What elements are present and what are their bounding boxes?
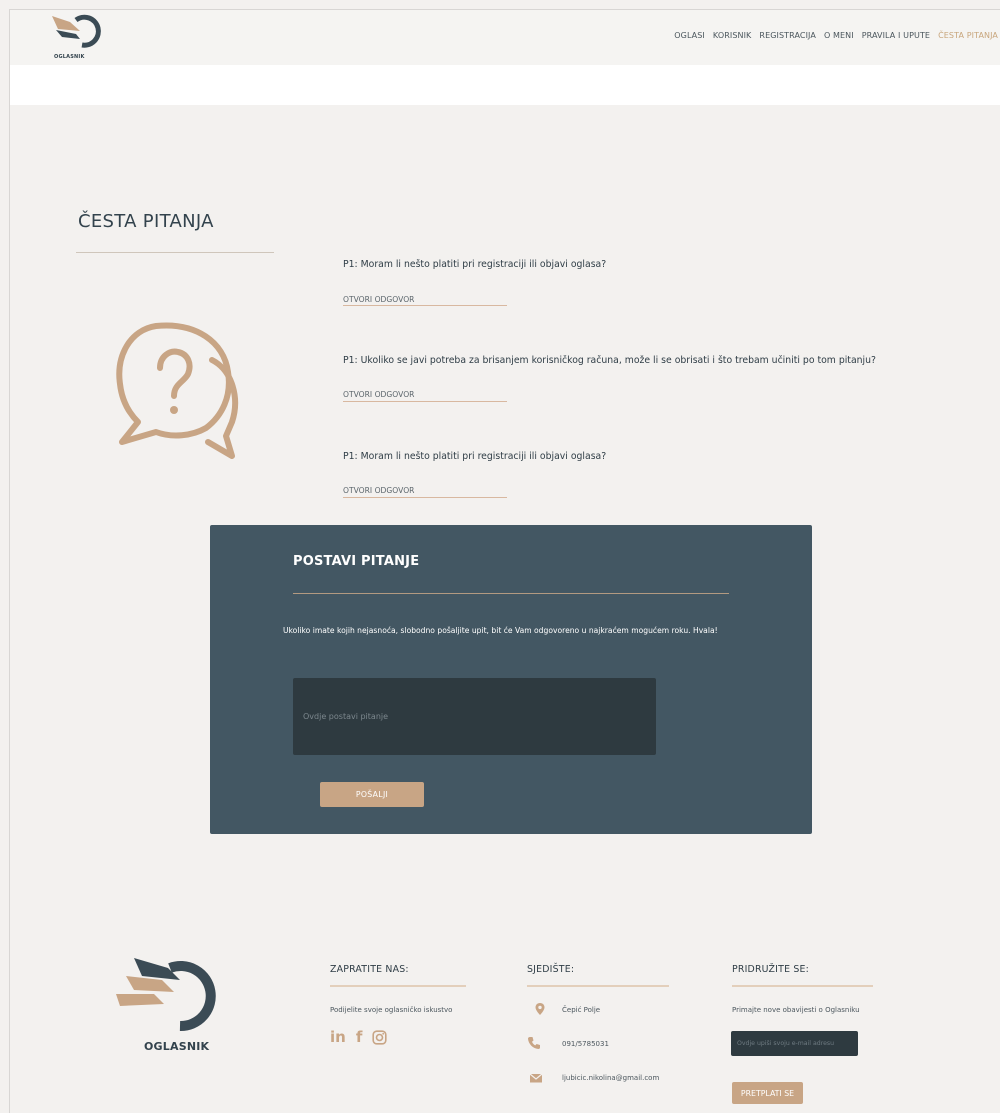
email-icon — [529, 1073, 543, 1083]
social-links: in f — [330, 1028, 387, 1046]
header-logo-text: OGLASNIK — [54, 54, 85, 60]
faq-answer-underline-3 — [343, 497, 507, 498]
instagram-icon[interactable] — [372, 1030, 387, 1045]
hq-phone: 091/5785031 — [562, 1040, 609, 1048]
main-nav: OGLASI KORISNIK REGISTRACIJA O MENI PRAV… — [666, 31, 998, 40]
faq-title-divider — [76, 252, 274, 253]
header-band — [10, 65, 1000, 105]
question-bubbles-icon — [116, 322, 239, 459]
join-title: PRIDRUŽITE SE: — [732, 964, 810, 975]
location-pin-icon — [535, 1003, 545, 1015]
faq-title: ČESTA PITANJA — [78, 211, 214, 232]
faq-question-1: P1: Moram li nešto platiti pri registrac… — [343, 259, 607, 270]
nav-cesta-pitanja[interactable]: ČESTA PITANJA — [938, 31, 998, 40]
subscribe-button[interactable]: PRETPLATI SE — [732, 1082, 803, 1104]
faq-question-2: P1: Ukoliko se javi potreba za brisanjem… — [343, 355, 876, 366]
question-input[interactable] — [293, 678, 656, 755]
nav-oglasi[interactable]: OGLASI — [674, 31, 705, 40]
nav-pravila-i-upute[interactable]: PRAVILA I UPUTE — [862, 31, 930, 40]
hq-divider — [527, 985, 669, 987]
hq-email[interactable]: ljubicic.nikolina@gmail.com — [562, 1074, 659, 1082]
footer-logo-text: OGLASNIK — [144, 1040, 210, 1053]
follow-title: ZAPRATITE NAS: — [330, 964, 409, 975]
faq-question-3: P1: Moram li nešto platiti pri registrac… — [343, 451, 607, 462]
ask-title-divider — [293, 593, 729, 594]
faq-answer-underline-2 — [343, 401, 507, 402]
newsletter-email-input[interactable] — [731, 1031, 858, 1056]
send-button[interactable]: POŠALJI — [320, 782, 424, 807]
nav-registracija[interactable]: REGISTRACIJA — [759, 31, 816, 40]
ask-question-panel: POSTAVI PITANJE Ukoliko imate kojih neja… — [210, 525, 812, 834]
header-logo[interactable] — [50, 12, 116, 60]
ask-description: Ukoliko imate kojih nejasnoća, slobodno … — [283, 626, 718, 635]
nav-o-meni[interactable]: O MENI — [824, 31, 854, 40]
join-text: Primajte nove obavijesti o Oglasniku — [732, 1006, 860, 1014]
phone-icon — [528, 1037, 540, 1049]
ask-title: POSTAVI PITANJE — [293, 554, 420, 569]
faq-open-answer-2[interactable]: OTVORI ODGOVOR — [343, 390, 414, 399]
join-divider — [732, 985, 873, 987]
facebook-icon[interactable]: f — [356, 1028, 363, 1046]
faq-answer-underline-1 — [343, 305, 507, 306]
hq-location: Čepić Polje — [562, 1006, 601, 1014]
faq-open-answer-1[interactable]: OTVORI ODGOVOR — [343, 295, 414, 304]
follow-text: Podijelite svoje oglasničko iskustvo — [330, 1006, 453, 1014]
nav-korisnik[interactable]: KORISNIK — [713, 31, 752, 40]
follow-divider — [330, 985, 466, 987]
hq-title: SJEDIŠTE: — [527, 964, 575, 975]
linkedin-icon[interactable]: in — [330, 1028, 346, 1046]
faq-open-answer-3[interactable]: OTVORI ODGOVOR — [343, 486, 414, 495]
